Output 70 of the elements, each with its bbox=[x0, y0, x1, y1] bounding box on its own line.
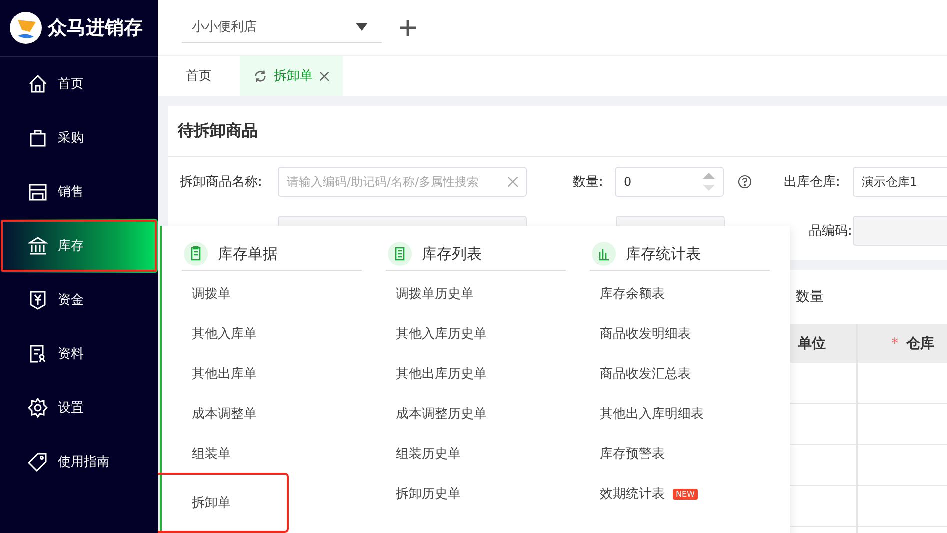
bar-chart-icon bbox=[592, 242, 616, 266]
sidebar-label: 库存 bbox=[58, 238, 84, 255]
logo-icon bbox=[10, 12, 42, 44]
sidebar-label: 使用指南 bbox=[58, 454, 110, 471]
field-label: 出库仓库: bbox=[784, 174, 842, 191]
yen-icon bbox=[28, 290, 48, 310]
field-label: 拆卸商品名称: bbox=[180, 174, 264, 191]
field-label: 数量: bbox=[573, 174, 604, 191]
store-select[interactable]: 小小便利店 bbox=[182, 12, 382, 42]
menu-group-title: 库存统计表 bbox=[626, 244, 701, 264]
menu-item[interactable]: 成本调整历史单 bbox=[386, 394, 566, 434]
sidebar-label: 设置 bbox=[58, 400, 84, 417]
app-name: 众马进销存 bbox=[48, 16, 143, 41]
input-field[interactable]: 演示仓库1 bbox=[853, 167, 947, 197]
menu-item[interactable]: 商品收发明细表 bbox=[590, 314, 770, 354]
bank-icon bbox=[28, 236, 48, 256]
column-header: 单位 bbox=[798, 334, 826, 352]
menu-item[interactable]: 其他入库历史单 bbox=[386, 314, 566, 354]
home-icon bbox=[28, 74, 48, 94]
sidebar-item[interactable]: 资料 bbox=[0, 327, 158, 381]
menu-item[interactable]: 成本调整单 bbox=[182, 394, 362, 434]
tab[interactable]: 首页 bbox=[172, 56, 226, 96]
sidebar-label: 销售 bbox=[58, 184, 84, 201]
menu-item[interactable]: 拆卸历史单 bbox=[386, 474, 566, 514]
sidebar-item[interactable]: 采购 bbox=[0, 111, 158, 165]
menu-item[interactable]: 调拨单历史单 bbox=[386, 274, 566, 314]
sidebar-item[interactable]: 设置 bbox=[0, 381, 158, 435]
new-badge: NEW bbox=[673, 488, 698, 500]
sidebar-label: 资料 bbox=[58, 346, 84, 363]
sidebar-label: 采购 bbox=[58, 130, 84, 147]
close-icon[interactable] bbox=[320, 72, 329, 80]
refresh-icon bbox=[254, 70, 267, 82]
required-mark: * bbox=[892, 336, 898, 352]
document-icon bbox=[28, 344, 48, 364]
settings-icon bbox=[28, 398, 48, 418]
menu-item[interactable]: 商品收发汇总表 bbox=[590, 354, 770, 394]
menu-item[interactable]: 调拨单 bbox=[182, 274, 362, 314]
menu-item[interactable]: 其他出库历史单 bbox=[386, 354, 566, 394]
field-label: 品编码: bbox=[809, 223, 853, 240]
section-title: 待拆卸商品 bbox=[168, 106, 947, 157]
sidebar-label: 资金 bbox=[58, 292, 84, 309]
menu-group-title: 库存列表 bbox=[422, 244, 482, 264]
section-title: 数量 bbox=[796, 288, 824, 307]
clipboard-icon bbox=[184, 242, 208, 266]
tag-icon bbox=[28, 452, 48, 472]
store-icon bbox=[28, 182, 48, 202]
menu-item[interactable]: 其他出入库明细表 bbox=[590, 394, 770, 434]
sidebar-item[interactable]: 销售 bbox=[0, 165, 158, 219]
tab[interactable]: 拆卸单 bbox=[240, 56, 343, 96]
menu-item[interactable]: 库存预警表 bbox=[590, 434, 770, 474]
sidebar-label: 首页 bbox=[58, 76, 84, 93]
checklist-icon bbox=[388, 242, 412, 266]
help-icon[interactable] bbox=[738, 175, 752, 189]
sidebar-item[interactable]: 首页 bbox=[0, 57, 158, 111]
sidebar-item[interactable]: 库存 bbox=[0, 219, 158, 273]
menu-item[interactable]: 组装历史单 bbox=[386, 434, 566, 474]
menu-item[interactable]: 其他出库单 bbox=[182, 354, 362, 394]
menu-group-title: 库存单据 bbox=[218, 244, 278, 264]
bag-icon bbox=[28, 128, 48, 148]
menu-item[interactable]: 拆卸单 bbox=[158, 474, 288, 532]
menu-item[interactable]: 其他入库单 bbox=[182, 314, 362, 354]
sidebar-item[interactable]: 使用指南 bbox=[0, 435, 158, 489]
add-icon[interactable] bbox=[400, 20, 416, 36]
menu-item[interactable]: 库存余额表 bbox=[590, 274, 770, 314]
column-header: 仓库 bbox=[906, 334, 934, 352]
sidebar-item[interactable]: 资金 bbox=[0, 273, 158, 327]
menu-item[interactable]: 效期统计表 NEW bbox=[590, 474, 770, 514]
menu-item[interactable]: 组装单 bbox=[182, 434, 362, 474]
caret-icon bbox=[356, 23, 368, 31]
input-field[interactable]: 0 bbox=[615, 167, 724, 197]
